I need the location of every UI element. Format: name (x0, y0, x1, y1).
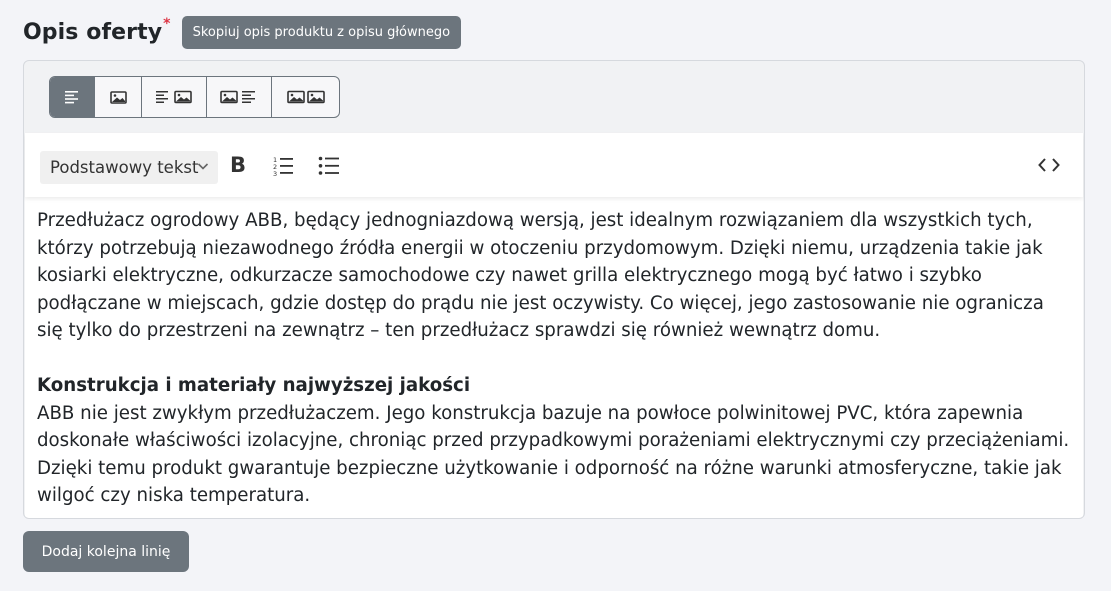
empty-line (37, 345, 1073, 373)
numbered-list-button[interactable]: 1 2 3 (272, 155, 294, 177)
layout-image-text-button[interactable] (207, 77, 272, 117)
paragraph: Przedłużacz ogrodowy ABB, będący jednogn… (37, 210, 1044, 341)
svg-text:3: 3 (273, 170, 277, 177)
image-text-icon (220, 90, 255, 104)
text-style-value: Podstawowy tekst (50, 158, 199, 177)
image-only-icon (109, 90, 127, 104)
chevron-down-icon (197, 163, 209, 170)
copy-description-button[interactable]: Skopiuj opis produktu z opisu głównego (181, 16, 462, 49)
text-image-icon (156, 90, 192, 104)
image-image-icon (286, 90, 325, 104)
bold-icon: B (230, 153, 247, 177)
layout-image-image-button[interactable] (272, 77, 339, 117)
source-code-button[interactable] (1038, 157, 1060, 173)
layout-text-image-button[interactable] (142, 77, 207, 117)
section-title: Opis oferty* (23, 16, 171, 45)
content-heading: Konstrukcja i materiały najwyższej jakoś… (37, 375, 471, 396)
bullet-list-button[interactable] (318, 155, 340, 177)
numbered-list-icon: 1 2 3 (273, 156, 293, 177)
section-header: Opis oferty* Skopiuj opis produktu z opi… (23, 16, 462, 49)
layout-selector (49, 76, 340, 118)
code-icon (1038, 158, 1060, 172)
layout-image-button[interactable] (95, 77, 142, 117)
text-only-icon (65, 91, 78, 104)
required-mark: * (163, 16, 171, 32)
add-line-button[interactable]: Dodaj kolejna linię (23, 531, 189, 572)
rich-text-editor[interactable]: Podstawowy tekst B 1 2 3 Przedłużacz ogr… (25, 133, 1083, 518)
paragraph: ABB nie jest zwykłym przedłużaczem. Jego… (37, 402, 1070, 507)
editor-content[interactable]: Przedłużacz ogrodowy ABB, będący jednogn… (37, 207, 1073, 510)
text-style-dropdown[interactable]: Podstawowy tekst (40, 151, 218, 184)
editor-toolbar: Podstawowy tekst B 1 2 3 (25, 133, 1083, 197)
bullet-list-icon (318, 156, 339, 175)
layout-text-button[interactable] (50, 77, 95, 117)
bold-button[interactable]: B (230, 153, 246, 177)
editor-card: Podstawowy tekst B 1 2 3 Przedłużacz ogr… (23, 60, 1085, 519)
